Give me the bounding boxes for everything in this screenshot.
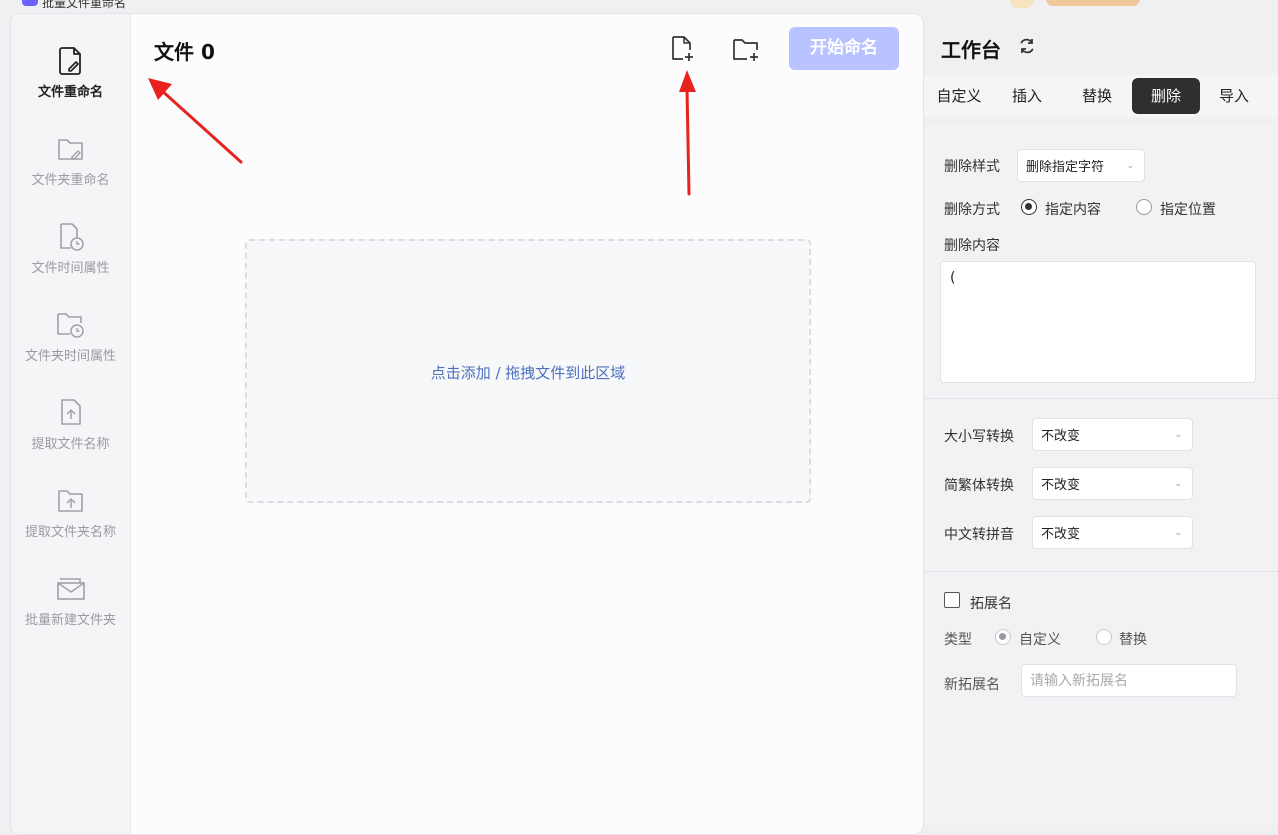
sidebar-item-folder-time[interactable]: 文件夹时间属性 <box>11 310 130 380</box>
tab-custom[interactable]: 自定义 <box>930 78 988 114</box>
type-option-label: 自定义 <box>1019 632 1061 648</box>
sidebar-item-label: 文件夹时间属性 <box>24 349 116 364</box>
tab-insert[interactable]: 插入 <box>998 78 1056 114</box>
pinyin-convert-value: 不改变 <box>1041 527 1081 542</box>
dropzone-hint: 点击添加 / 拖拽文件到此区域 <box>430 364 626 382</box>
folder-plus-icon <box>733 39 758 61</box>
account-pill-button[interactable] <box>1046 0 1140 6</box>
sidebar-item-label: 文件时间属性 <box>31 261 110 276</box>
sidebar-item-label: 文件重命名 <box>37 85 103 100</box>
trad-convert-label: 简繁体转换 <box>944 478 1014 494</box>
refresh-button[interactable] <box>1017 36 1037 56</box>
type-label: 类型 <box>944 632 972 648</box>
delete-mode-radio-content[interactable] <box>1021 199 1037 215</box>
extension-checkbox-label: 拓展名 <box>970 596 1012 612</box>
sidebar-item-batch-new-folder[interactable]: 批量新建文件夹 <box>11 574 130 644</box>
trad-convert-select[interactable]: 不改变 ⌄ <box>1032 467 1193 500</box>
sidebar-item-label: 文件夹重命名 <box>31 173 110 188</box>
title-bar: 批量文件重命名 <box>0 0 1278 12</box>
tab-delete[interactable]: 删除 <box>1132 78 1200 114</box>
new-extension-label: 新拓展名 <box>944 677 1000 693</box>
chevron-down-icon: ⌄ <box>1174 527 1182 538</box>
delete-mode-radio-position[interactable] <box>1136 199 1152 215</box>
app-logo-icon <box>22 0 38 6</box>
sidebar: 文件重命名 文件夹重命名 文件时间属性 文件夹时间属性 提取文件名称 提取文件夹… <box>11 14 131 834</box>
case-convert-value: 不改变 <box>1041 429 1081 444</box>
case-convert-label: 大小写转换 <box>944 429 1014 445</box>
folder-upload-icon <box>57 490 83 512</box>
folder-clock-icon <box>56 313 84 338</box>
sidebar-item-file-time[interactable]: 文件时间属性 <box>11 222 130 292</box>
rule-tabs: 自定义 插入 替换 删除 导入 <box>924 75 1278 117</box>
sidebar-item-file-rename[interactable]: 文件重命名 <box>11 46 130 116</box>
window-title: 批量文件重命名 <box>42 0 127 10</box>
divider <box>924 398 1278 399</box>
delete-mode-label: 删除方式 <box>944 202 1000 218</box>
main-card: 文件重命名 文件夹重命名 文件时间属性 文件夹时间属性 提取文件名称 提取文件夹… <box>10 13 924 835</box>
chevron-down-icon: ⌄ <box>1174 429 1182 440</box>
divider <box>924 571 1278 572</box>
delete-style-label: 删除样式 <box>944 159 1000 175</box>
delete-content-value: ( <box>950 270 956 286</box>
sidebar-item-extract-file-name[interactable]: 提取文件名称 <box>11 398 130 468</box>
sidebar-item-extract-folder-name[interactable]: 提取文件夹名称 <box>11 486 130 556</box>
delete-content-textarea[interactable]: ( <box>940 261 1256 383</box>
delete-mode-option-label: 指定内容 <box>1045 202 1101 218</box>
add-folder-button[interactable] <box>731 34 761 64</box>
file-count-title: 文件 0 <box>154 40 215 64</box>
folder-edit-icon <box>57 139 83 160</box>
sidebar-item-label: 提取文件夹名称 <box>24 525 116 540</box>
chevron-down-icon: ⌄ <box>1126 160 1134 171</box>
type-option-label: 替换 <box>1119 632 1147 648</box>
trad-convert-value: 不改变 <box>1041 478 1081 493</box>
pinyin-convert-select[interactable]: 不改变 ⌄ <box>1032 516 1193 549</box>
case-convert-select[interactable]: 不改变 ⌄ <box>1032 418 1193 451</box>
user-avatar[interactable] <box>1010 0 1034 8</box>
file-dropzone[interactable]: 点击添加 / 拖拽文件到此区域 <box>245 239 811 503</box>
delete-style-select[interactable]: 删除指定字符 ⌄ <box>1017 149 1145 182</box>
file-upload-icon <box>60 399 81 425</box>
add-file-button[interactable] <box>667 34 697 64</box>
sidebar-item-label: 提取文件名称 <box>31 437 110 452</box>
delete-mode-option-label: 指定位置 <box>1160 202 1216 218</box>
chevron-down-icon: ⌄ <box>1174 478 1182 489</box>
tab-import[interactable]: 导入 <box>1206 78 1262 114</box>
type-radio-replace[interactable] <box>1096 629 1112 645</box>
file-clock-icon <box>59 223 84 251</box>
pinyin-convert-label: 中文转拼音 <box>944 527 1014 543</box>
refresh-icon <box>1020 38 1034 54</box>
sidebar-item-label: 批量新建文件夹 <box>24 613 116 628</box>
delete-content-label: 删除内容 <box>944 238 1000 254</box>
start-rename-button[interactable]: 开始命名 <box>789 27 899 70</box>
sidebar-item-folder-rename[interactable]: 文件夹重命名 <box>11 134 130 204</box>
extension-checkbox[interactable] <box>944 592 960 608</box>
file-plus-icon <box>672 36 693 61</box>
type-radio-custom[interactable] <box>995 629 1011 645</box>
new-extension-input[interactable] <box>1021 664 1237 697</box>
delete-style-value: 删除指定字符 <box>1026 160 1105 175</box>
file-edit-icon <box>58 47 81 75</box>
tab-replace[interactable]: 替换 <box>1066 78 1128 114</box>
workbench-title: 工作台 <box>941 38 1001 62</box>
folder-stack-icon <box>56 578 85 600</box>
